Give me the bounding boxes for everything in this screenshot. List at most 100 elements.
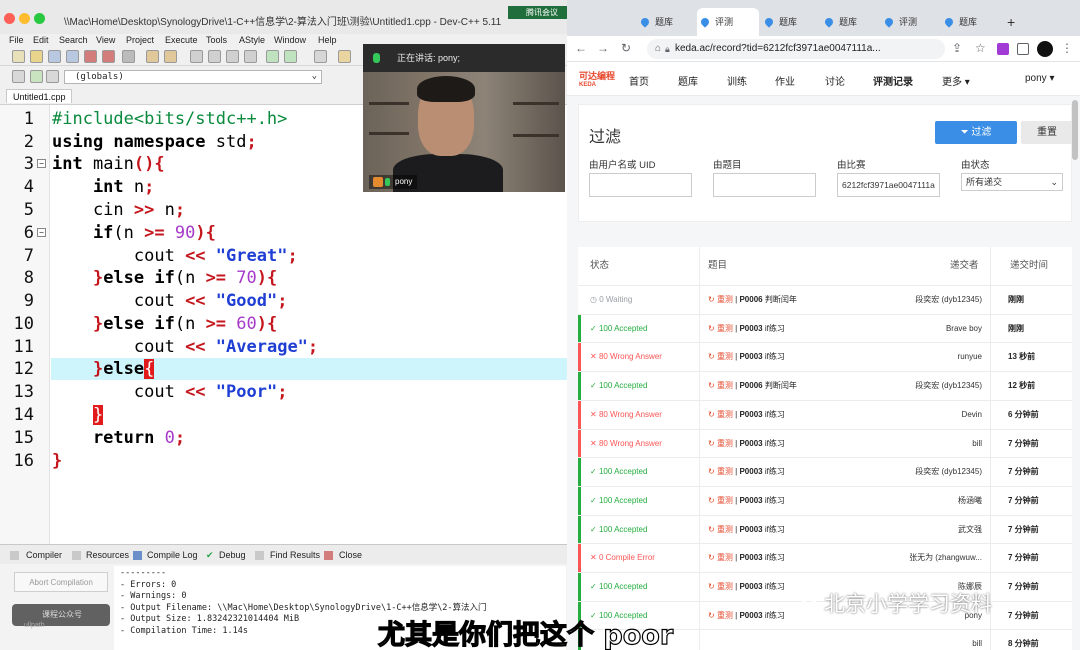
problem-name[interactable]: if练习 [765,467,785,476]
close-file-icon[interactable] [84,50,97,63]
status-select[interactable]: 所有递交 ⌄ [961,173,1063,191]
problem-name[interactable]: if练习 [765,410,785,419]
menu-project[interactable]: Project [126,35,154,45]
problem-id[interactable]: P0003 [739,553,762,562]
table-row[interactable]: ✓ 100 Accepted ↻ 重测 | P0003 if练习 杨涵曦 7 分钟前 [578,485,1072,515]
problem-cell[interactable]: ↻ 重测 | P0003 if练习 [708,430,785,458]
browser-tab[interactable]: 题库 [637,8,695,36]
problem-id[interactable]: P0003 [739,582,762,591]
rejudge-link[interactable]: ↻ 重测 [708,295,733,304]
submitter-cell[interactable]: runyue [958,343,982,371]
undo-icon[interactable] [146,50,159,63]
class-browser-icon[interactable] [12,70,25,83]
new-class-icon[interactable] [46,70,59,83]
new-file-icon[interactable] [12,50,25,63]
user-filter-input[interactable] [589,173,692,197]
submitter-cell[interactable]: 段奕宏 (dyb12345) [915,372,982,400]
table-row[interactable]: ✓ 100 Accepted ↻ 重测 | P0003 if练习 Brave boy… [578,313,1072,343]
menu-tools[interactable]: Tools [206,35,227,45]
new-tab-icon[interactable]: + [1007,14,1015,30]
problem-cell[interactable]: ↻ 重测 | P0003 if练习 [708,602,785,630]
status-cell[interactable]: ✕ 80 Wrong Answer [590,430,662,458]
browser-tab[interactable]: 题库 [761,8,819,36]
home-icon[interactable]: ⌂ [655,39,661,59]
rejudge-link[interactable]: ↻ 重测 [708,439,733,448]
reset-button[interactable]: 重置 [1021,121,1073,144]
submitter-cell[interactable]: 张无为 (zhangwuw... [909,544,982,572]
menu-astyle[interactable]: AStyle [239,35,265,45]
close-all-icon[interactable] [102,50,115,63]
status-cell[interactable]: ✕ 80 Wrong Answer [590,401,662,429]
table-row[interactable]: ✕ 0 Compile Error ↻ 重测 | P0003 if练习 张无为 (z… [578,543,1072,573]
table-row[interactable]: ✕ 80 Wrong Answer ↻ 重测 | P0003 if练习 Devin 6… [578,399,1072,429]
table-row[interactable]: ✕ 80 Wrong Answer ↻ 重测 | P0003 if练习 bill 7 … [578,428,1072,458]
rejudge-link[interactable]: ↻ 重测 [708,582,733,591]
nav-discuss[interactable]: 讨论 [825,73,845,88]
problem-name[interactable]: if练习 [765,553,785,562]
print-icon[interactable] [122,50,135,63]
problem-id[interactable]: P0003 [739,324,762,333]
problem-cell[interactable]: ↻ 重测 | P0003 if练习 [708,573,785,601]
status-cell[interactable]: ◷ 0 Waiting [590,286,632,314]
problem-name[interactable]: if练习 [765,439,785,448]
problem-name[interactable]: if练习 [765,324,785,333]
find-icon[interactable] [190,50,203,63]
tab-debug[interactable]: Debug [219,550,246,560]
rejudge-link[interactable]: ↻ 重测 [708,410,733,419]
menu-file[interactable]: File [9,35,24,45]
tab-find-results[interactable]: Find Results [270,550,320,560]
table-row[interactable]: ✓ 100 Accepted ↻ 重测 | P0006 判断闰年 段奕宏 (dyb1… [578,371,1072,401]
site-logo[interactable]: 可达编程 KEDA [579,72,615,90]
browser-tab[interactable]: 题库 [821,8,879,36]
problem-name[interactable]: 判断闰年 [765,381,797,390]
status-cell[interactable]: ✕ 80 Wrong Answer [590,343,662,371]
status-cell[interactable]: ✓ 100 Accepted [590,516,647,544]
kebab-menu-icon[interactable]: ⋮ [1061,41,1073,55]
filter-button[interactable]: ⏷ 过滤 [935,121,1017,144]
bookmark-star-icon[interactable]: ☆ [975,41,986,55]
rejudge-link[interactable]: ↻ 重测 [708,553,733,562]
nav-homework[interactable]: 作业 [775,73,795,88]
page-scrollbar[interactable] [1072,100,1078,160]
problem-id[interactable]: P0003 [739,525,762,534]
status-cell[interactable]: ✓ 100 Accepted [590,458,647,486]
redo-icon[interactable] [164,50,177,63]
find-next-icon[interactable] [226,50,239,63]
status-cell[interactable]: ✓ 100 Accepted [590,487,647,515]
rejudge-link[interactable]: ↻ 重测 [708,324,733,333]
submitter-cell[interactable]: Devin [962,401,982,429]
submitter-cell[interactable]: 段奕宏 (dyb12345) [915,458,982,486]
submitter-cell[interactable]: 段奕宏 (dyb12345) [915,286,982,314]
submitter-cell[interactable]: bill [972,430,982,458]
nav-more[interactable]: 更多 ▾ [942,73,970,88]
menu-edit[interactable]: Edit [33,35,49,45]
submitter-cell[interactable]: 武文强 [958,516,982,544]
save-all-icon[interactable] [66,50,79,63]
scope-selector[interactable]: (globals) ⌄ [64,70,322,84]
problem-id[interactable]: P0003 [739,611,762,620]
table-row[interactable]: ✕ 80 Wrong Answer ↻ 重测 | P0003 if练习 runyue… [578,342,1072,372]
back-icon[interactable]: ← [575,41,587,55]
problem-cell[interactable]: ↻ 重测 | P0003 if练习 [708,315,785,343]
rejudge-link[interactable]: ↻ 重测 [708,525,733,534]
tab-compiler[interactable]: Compiler [26,550,62,560]
minimize-window-icon[interactable] [19,13,30,24]
problem-name[interactable]: if练习 [765,525,785,534]
nav-home[interactable]: 首页 [629,73,649,88]
browser-tab[interactable]: 题库 [941,8,999,36]
problem-cell[interactable]: ↻ 重测 | P0003 if练习 [708,487,785,515]
fold-toggle-icon[interactable]: − [37,159,46,168]
indent-icon[interactable] [266,50,279,63]
problem-id[interactable]: P0003 [739,352,762,361]
status-cell[interactable]: ✓ 100 Accepted [590,573,647,601]
problem-cell[interactable]: ↻ 重测 | P0003 if练习 [708,458,785,486]
problem-cell[interactable]: ↻ 重测 | P0006 判断闰年 [708,286,797,314]
problem-id[interactable]: P0003 [739,467,762,476]
rejudge-link[interactable]: ↻ 重测 [708,467,733,476]
problem-name[interactable]: if练习 [765,352,785,361]
fold-toggle-icon[interactable]: − [37,228,46,237]
problem-name[interactable]: 判断闰年 [765,295,797,304]
tab-search-icon[interactable] [1017,43,1029,55]
close-window-icon[interactable] [4,13,15,24]
nav-problems[interactable]: 题库 [678,73,698,88]
